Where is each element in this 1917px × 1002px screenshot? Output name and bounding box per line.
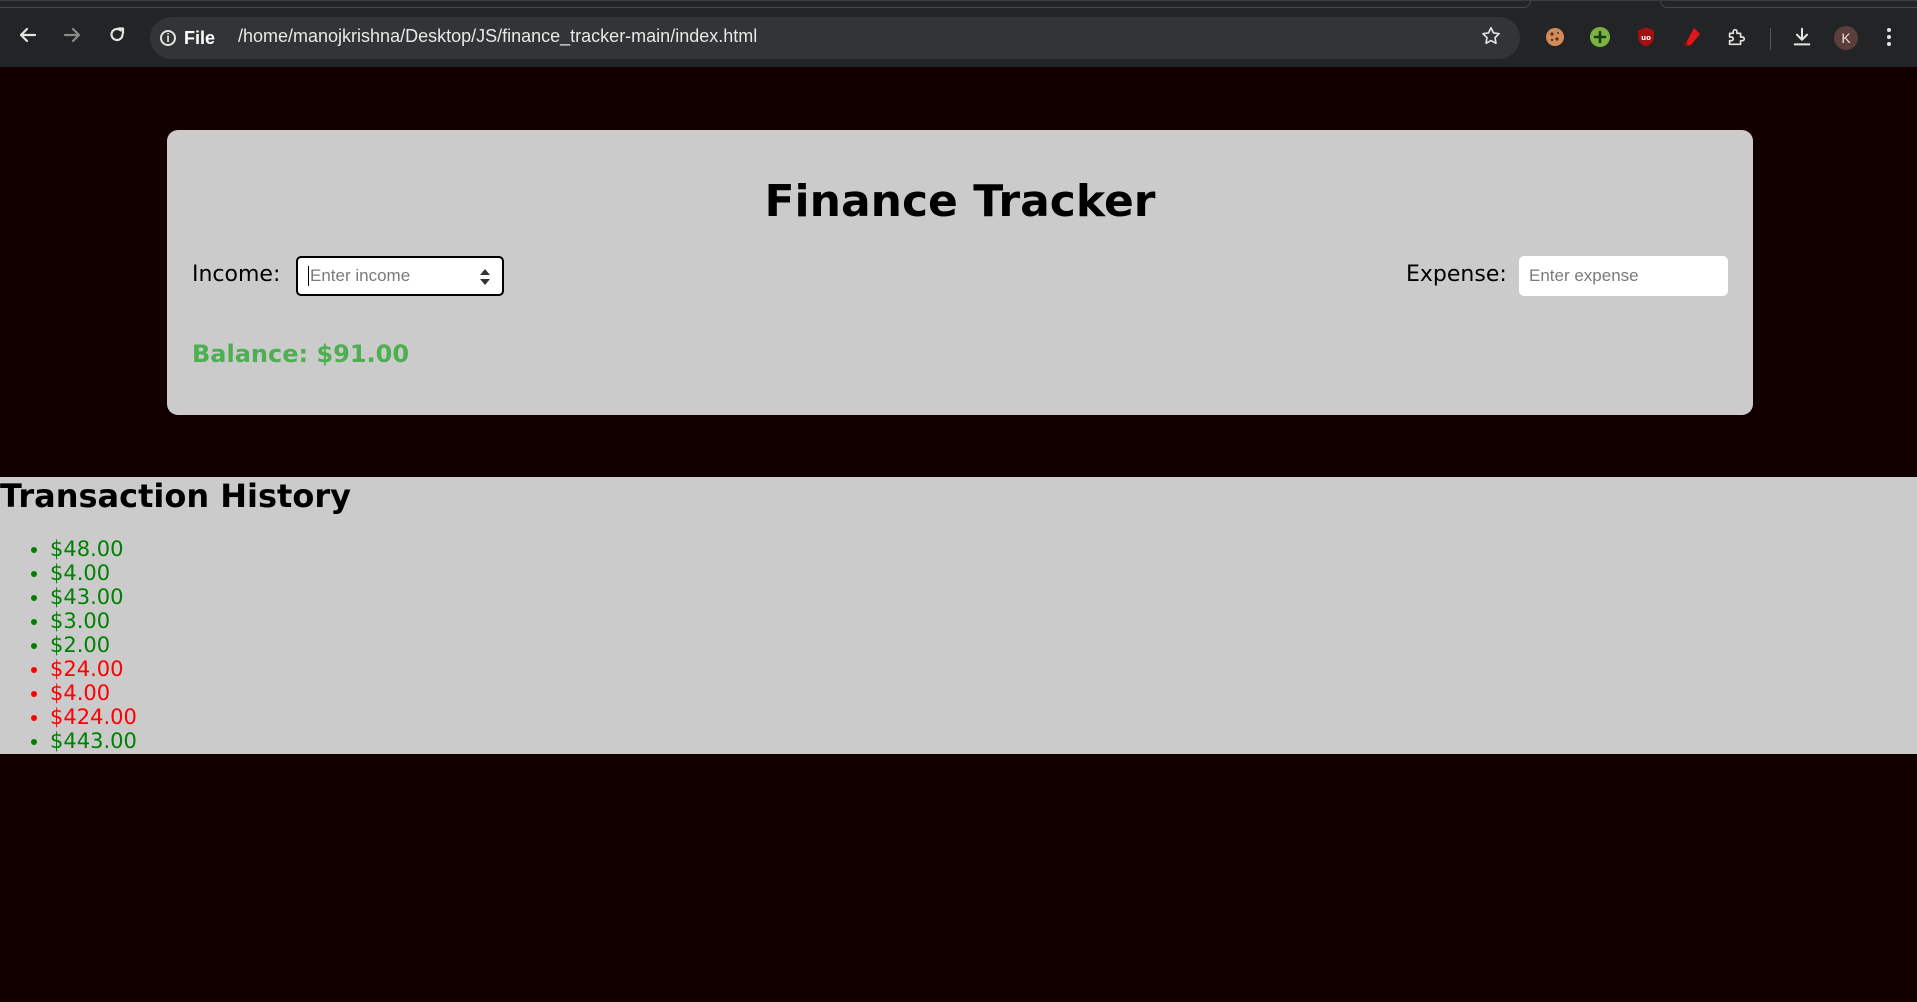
bullet-icon <box>31 595 37 601</box>
transaction-item: $424.00 <box>31 705 137 729</box>
transaction-amount: $43.00 <box>50 585 124 609</box>
extensions-puzzle-icon[interactable] <box>1724 25 1748 49</box>
bullet-icon <box>31 667 37 673</box>
profile-avatar[interactable]: K <box>1834 26 1858 50</box>
bullet-icon <box>31 715 37 721</box>
highlighter-extension-icon[interactable] <box>1679 25 1703 49</box>
tab-strip-edge <box>1660 1 1917 8</box>
bullet-icon <box>31 739 37 745</box>
svg-text:uo: uo <box>1641 34 1651 42</box>
transaction-amount: $443.00 <box>50 729 137 753</box>
transaction-item: $443.00 <box>31 729 137 753</box>
back-icon[interactable] <box>16 23 40 47</box>
bullet-icon <box>31 691 37 697</box>
bullet-icon <box>31 643 37 649</box>
transaction-history: Transaction History $48.00 $4.00 $43.00 $3.… <box>0 477 1917 754</box>
transaction-item: $24.00 <box>31 657 137 681</box>
transaction-item: $43.00 <box>31 585 137 609</box>
history-heading: Transaction History <box>0 477 351 515</box>
transaction-amount: $2.00 <box>50 633 111 657</box>
tab-strip-edge <box>0 1 1531 8</box>
transaction-item: $48.00 <box>31 537 137 561</box>
bullet-icon <box>31 547 37 553</box>
page-title: Finance Tracker <box>764 176 1156 227</box>
bullet-icon <box>31 571 37 577</box>
toolbar-divider <box>1770 28 1771 50</box>
transaction-item: $2.00 <box>31 633 137 657</box>
transaction-amount: $24.00 <box>50 657 124 681</box>
transaction-amount: $3.00 <box>50 609 111 633</box>
transaction-item: $4.00 <box>31 561 137 585</box>
expense-label: Expense: <box>1406 262 1507 287</box>
number-spinner-icon[interactable] <box>480 269 490 285</box>
browser-toolbar: i File /home/manojkrishna/Desktop/JS/fin… <box>0 0 1917 67</box>
transaction-item: $4.00 <box>31 681 137 705</box>
transaction-item: $3.00 <box>31 609 137 633</box>
expense-placeholder: Enter expense <box>1529 266 1639 285</box>
cookie-extension-icon[interactable] <box>1543 25 1567 49</box>
transaction-list: $48.00 $4.00 $43.00 $3.00 $2.00 $24.00 $4.00 $4… <box>0 537 137 753</box>
text-caret <box>308 266 309 286</box>
reload-icon[interactable] <box>105 23 129 47</box>
income-placeholder: Enter income <box>310 266 411 285</box>
site-info-chip[interactable]: i File <box>160 24 215 52</box>
bookmark-star-icon[interactable] <box>1480 25 1502 51</box>
transaction-amount: $4.00 <box>50 561 111 585</box>
expense-input[interactable]: Enter expense <box>1519 256 1728 296</box>
info-icon: i <box>160 30 176 46</box>
ublock-shield-icon[interactable]: uo <box>1634 25 1658 49</box>
balance-display: Balance: $91.00 <box>192 340 410 368</box>
add-extension-icon[interactable] <box>1588 25 1612 49</box>
bullet-icon <box>31 619 37 625</box>
forward-icon[interactable] <box>60 23 84 47</box>
transaction-amount: $48.00 <box>50 537 124 561</box>
menu-kebab-icon[interactable] <box>1884 25 1894 49</box>
income-label: Income: <box>192 262 281 287</box>
url-text[interactable]: /home/manojkrishna/Desktop/JS/finance_tr… <box>238 26 757 47</box>
income-input[interactable]: Enter income <box>296 256 504 296</box>
transaction-amount: $424.00 <box>50 705 137 729</box>
transaction-amount: $4.00 <box>50 681 111 705</box>
download-icon[interactable] <box>1790 25 1814 49</box>
site-info-label: File <box>184 27 216 48</box>
